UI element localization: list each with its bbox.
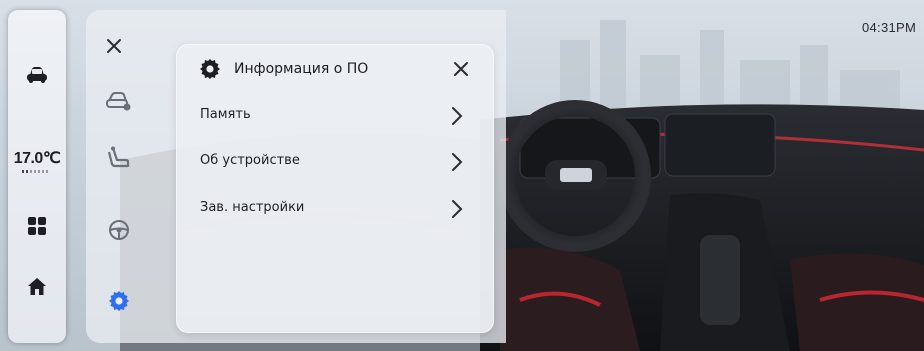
seat-icon [108,146,130,168]
menu-item-factory-reset[interactable]: Зав. настройки [176,186,494,232]
gear-icon [200,59,220,79]
dock-apps-button[interactable] [8,206,66,246]
menu-item-label: Об устройстве [200,153,300,168]
temperature-value: 17.0℃ [13,150,61,167]
close-icon [107,39,121,53]
menu-item-memory[interactable]: Память [176,93,494,139]
dock-car-button[interactable] [8,55,66,95]
vehicle-settings-icon [106,92,131,111]
settings-close-button[interactable] [104,36,124,56]
menu-item-label: Зав. настройки [200,200,305,215]
menu-item-label: Память [200,107,251,122]
dock-home-button[interactable] [8,266,66,306]
dialog-title: Информация о ПО [234,61,369,77]
steering-wheel-icon [109,220,129,240]
gear-icon [109,291,129,311]
sidebar-item-steering[interactable] [104,215,134,245]
temperature-display[interactable]: 17.0℃ [8,148,66,174]
car-icon [27,67,47,83]
chevron-right-icon [452,200,463,218]
home-icon [28,277,46,295]
chevron-right-icon [452,153,463,171]
sidebar-item-seat[interactable] [104,143,134,173]
left-dock: 17.0℃ [8,10,66,343]
close-icon [454,62,468,76]
fan-level-icon [22,170,48,173]
dialog-close-button[interactable] [451,59,471,79]
sidebar-item-vehicle[interactable] [104,86,134,116]
status-clock: 04:31PM [862,20,917,35]
infotainment-screen: 04:31PM 17.0℃ Информация о ПО Память Об … [0,0,924,351]
sidebar-item-settings[interactable] [104,286,134,316]
menu-item-about-device[interactable]: Об устройстве [176,139,494,185]
chevron-right-icon [452,107,463,125]
apps-grid-icon [28,217,46,235]
